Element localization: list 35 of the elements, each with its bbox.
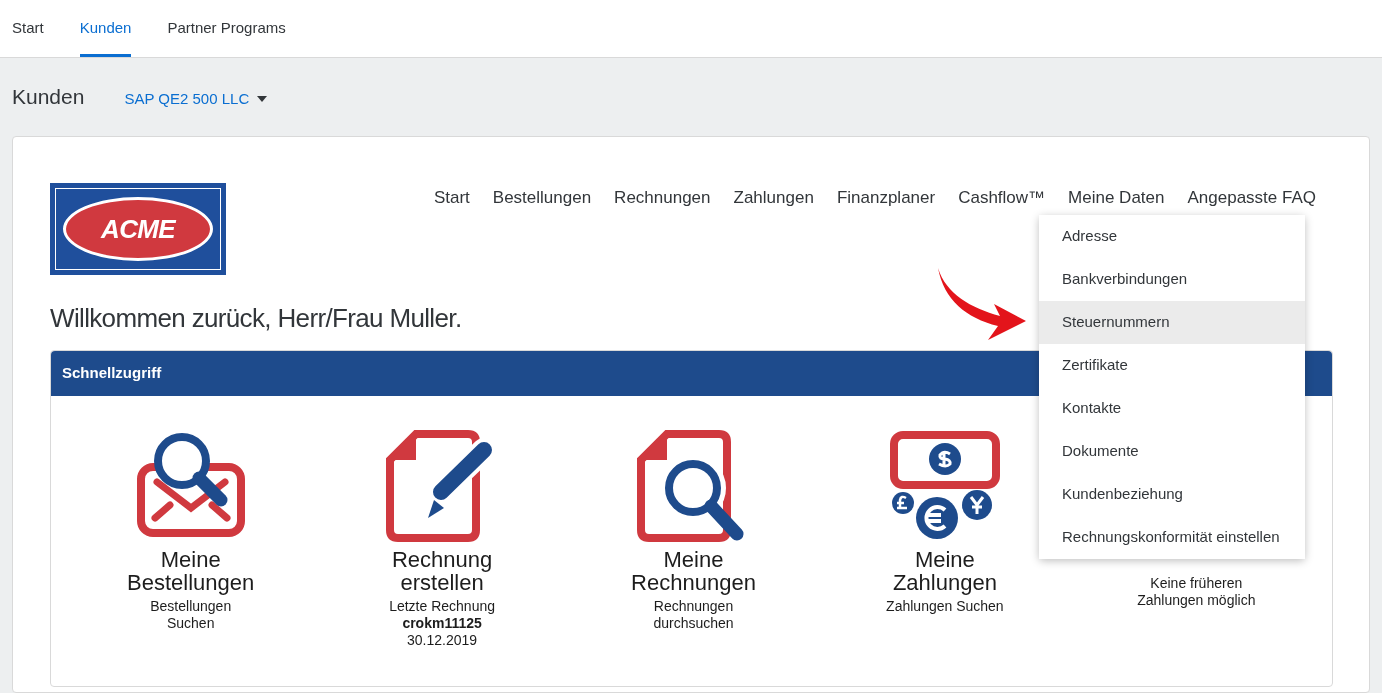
tile-subtitle: Keine früheren Zahlungen möglich xyxy=(1137,575,1256,609)
panel-title: Schnellzugriff xyxy=(62,363,162,384)
menu-item[interactable]: Rechnungskonformität einstellen xyxy=(1039,516,1305,559)
caret-icon xyxy=(257,96,268,102)
nav-link[interactable]: Finanzplaner xyxy=(836,185,936,209)
tile-title[interactable]: Meine Rechnungen xyxy=(631,548,756,594)
nav-link[interactable]: Cashflow™ xyxy=(958,185,1046,209)
tab[interactable]: Kunden xyxy=(79,0,132,57)
nav-link[interactable]: Angepasste FAQ xyxy=(1187,185,1316,209)
tile-title[interactable]: Meine Zahlungen xyxy=(892,548,997,594)
tile-subtitle: Rechnungen durchsuchen xyxy=(653,598,734,632)
tile-subtitle: Letzte Rechnung crokm11125 30.12.2019 xyxy=(389,598,495,649)
menu-item[interactable]: Dokumente xyxy=(1039,430,1305,473)
menu-item[interactable]: Zertifikate xyxy=(1039,344,1305,387)
tile-title[interactable]: Meine Bestellungen xyxy=(127,548,255,594)
menu-item[interactable]: Kontakte xyxy=(1039,387,1305,430)
nav-link[interactable]: Start xyxy=(433,185,470,209)
tab[interactable]: Start xyxy=(12,0,44,57)
tab[interactable]: Partner Programs xyxy=(167,0,286,57)
page-title: Kunden xyxy=(12,84,85,111)
nav-link[interactable]: Bestellungen xyxy=(492,185,592,209)
coins-and-banknote-icon[interactable] xyxy=(888,430,1001,542)
nav-link[interactable]: Zahlungen xyxy=(733,185,814,209)
menu-item[interactable]: Steuernummern xyxy=(1039,301,1305,344)
menu-item[interactable]: Kundenbeziehung xyxy=(1039,473,1305,516)
acme-logo: ACME xyxy=(50,183,226,275)
tile-title[interactable]: Rechnung erstellen xyxy=(391,548,493,594)
nav-link[interactable]: Meine Daten xyxy=(1068,185,1165,209)
menu-item[interactable]: Bankverbindungen xyxy=(1039,258,1305,301)
tile-subtitle: Bestellungen Suchen xyxy=(150,598,232,632)
welcome-heading: Willkommen zurück, Herr/Frau Muller. xyxy=(50,302,462,335)
nav-link[interactable]: Rechnungen xyxy=(614,185,711,209)
menu-item[interactable]: Adresse xyxy=(1039,215,1305,258)
account-dropdown[interactable]: SAP QE2 500 LLC xyxy=(124,87,268,111)
tile-subtitle: Zahlungen Suchen xyxy=(886,598,1004,615)
